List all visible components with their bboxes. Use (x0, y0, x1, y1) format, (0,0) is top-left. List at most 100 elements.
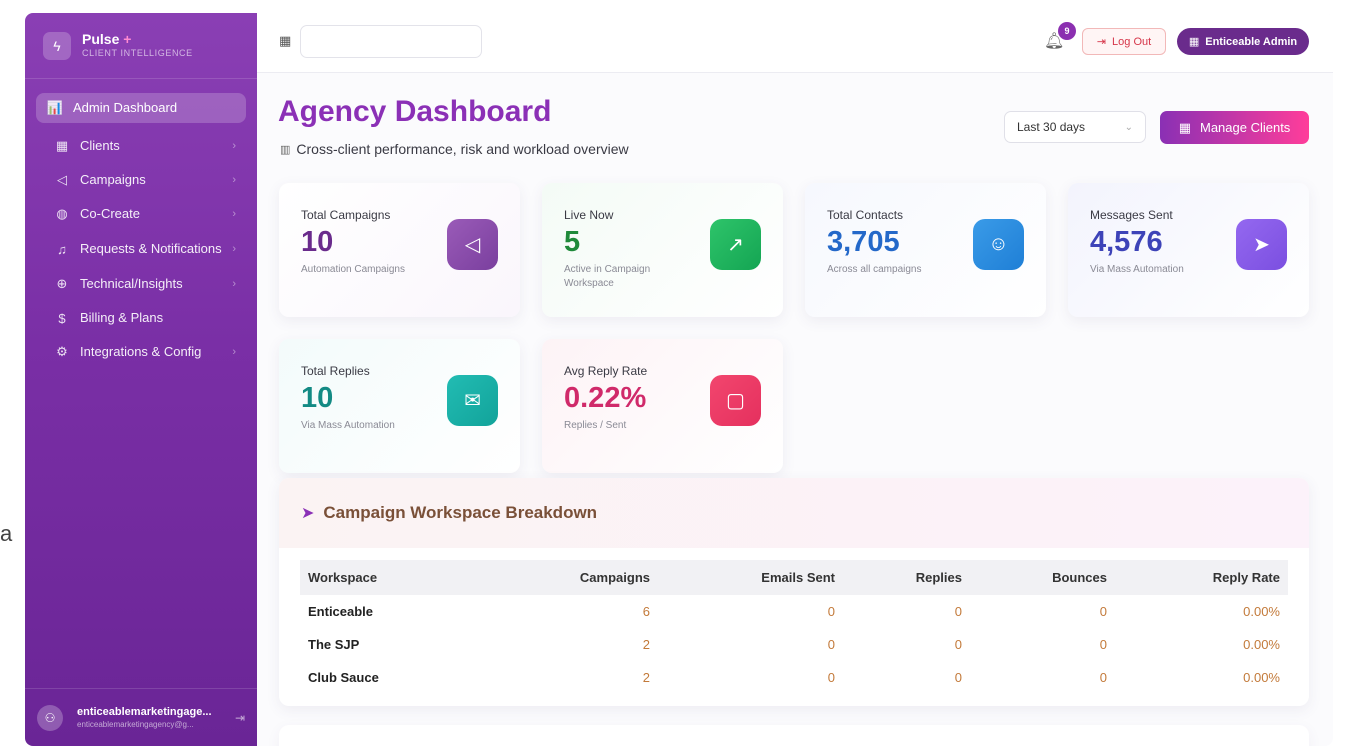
chevron-right-icon: › (232, 140, 236, 152)
app-window: ϟ Pulse + CLIENT INTELLIGENCE 📊 Admin Das… (25, 13, 1333, 746)
stat-caption: Across all campaigns (827, 264, 922, 275)
admin-label: Enticeable Admin (1205, 35, 1298, 48)
date-range-value: Last 30 days (1017, 120, 1086, 134)
manage-clients-button[interactable]: ▦ Manage Clients (1160, 111, 1309, 144)
send-icon: ➤ (301, 505, 315, 522)
sidebar-item-billing-plans[interactable]: $ Billing & Plans (36, 301, 246, 335)
table-cell: 6 (642, 604, 650, 619)
stat-caption: Replies / Sent (564, 420, 627, 431)
notification-badge: 9 (1058, 22, 1076, 40)
sidebar-item-integrations-config[interactable]: ⚙ Integrations & Config › (36, 335, 246, 369)
dollar-icon: $ (58, 310, 66, 326)
workspace-table: Workspace Campaigns Emails Sent Replies Boun… (300, 560, 1288, 694)
manage-clients-label: Manage Clients (1199, 120, 1291, 135)
column-header: Replies (915, 570, 962, 585)
sign-out-icon[interactable]: ⇥ (235, 711, 245, 725)
table-cell: 0 (827, 670, 835, 685)
bar-chart-icon: 📊 (46, 100, 64, 115)
sidebar-item-co-create[interactable]: ◍ Co-Create › (36, 197, 246, 231)
mail-icon: ✉ (447, 375, 498, 426)
trending-up-icon: ↗ (710, 219, 761, 270)
megaphone-icon: ◁ (447, 219, 498, 270)
table-header-row: Workspace Campaigns Emails Sent Replies Boun… (300, 560, 1288, 595)
table-cell: 0.00% (1243, 670, 1280, 685)
subtitle-text: Cross-client performance, risk and workl… (296, 141, 629, 157)
table-row: Enticeable 6 0 0 0 0.00% (300, 595, 1288, 628)
sidebar-item-technical-insights[interactable]: ⊕ Technical/Insights › (36, 267, 246, 301)
building-icon: ▦ (1188, 36, 1200, 48)
sidebar-item-label: Co-Create (80, 205, 140, 221)
chat-icon: ▢ (710, 375, 761, 426)
table-cell: 0 (827, 637, 835, 652)
stat-card-messages-sent: Messages Sent 4,576 Via Mass Automation ➤ (1068, 183, 1309, 317)
user-email: enticeablemarketingagency@g... (77, 720, 194, 729)
building-icon: ▦ (1178, 119, 1191, 135)
column-header: Reply Rate (1212, 570, 1280, 585)
table-cell: 0.00% (1243, 637, 1280, 652)
sidebar-item-requests-notifications[interactable]: ♫ Requests & Notifications › (36, 231, 246, 267)
table-cell: 0.00% (1243, 604, 1280, 619)
sidebar-item-clients[interactable]: ▦ Clients › (36, 129, 246, 163)
table-cell: 0 (1099, 670, 1107, 685)
sidebar-item-label: Technical/Insights (80, 275, 183, 291)
stat-caption: Via Mass Automation (301, 420, 395, 431)
column-header: Campaigns (579, 570, 650, 585)
sidebar-nav: 📊 Admin Dashboard ▦ Clients › ◁ Campaigns › ◍ Co-… (25, 79, 257, 383)
search-input[interactable] (300, 25, 482, 58)
brand-plus: + (123, 30, 132, 47)
page-subtitle: ▥ Cross-client performance, risk and wor… (280, 141, 629, 157)
stray-text: a (0, 521, 13, 546)
megaphone-icon: ◁ (57, 172, 67, 187)
stat-card-total-contacts: Total Contacts 3,705 Across all campaigns ☺ (805, 183, 1046, 317)
next-section-card (279, 725, 1309, 746)
campaign-workspace-breakdown: ➤ Campaign Workspace Breakdown Workspace… (279, 478, 1309, 706)
section-title: Campaign Workspace Breakdown (323, 503, 598, 522)
chevron-right-icon: › (232, 208, 236, 220)
bar-chart-icon: ▥ (280, 143, 291, 156)
logout-button[interactable]: ⇥ Log Out (1082, 28, 1166, 55)
column-header: Workspace (308, 570, 378, 585)
sidebar-item-label: Admin Dashboard (73, 99, 178, 115)
stat-card-live-now: Live Now 5 Active in Campaign Workspace ↗ (542, 183, 783, 317)
sidebar-item-campaigns[interactable]: ◁ Campaigns › (36, 163, 246, 197)
sidebar-item-label: Billing & Plans (80, 309, 164, 325)
page-title: Agency Dashboard (278, 95, 552, 128)
sidebar-item-label: Integrations & Config (80, 343, 202, 359)
user-avatar-icon: ⚇ (37, 704, 63, 731)
brain-icon: ⊕ (56, 276, 68, 291)
logout-label: Log Out (1112, 35, 1152, 48)
brand-subtitle: CLIENT INTELLIGENCE (82, 48, 193, 59)
stat-caption: Active in Campaign Workspace (564, 264, 651, 289)
users-icon: ☺ (973, 219, 1024, 270)
stat-caption: Automation Campaigns (301, 264, 405, 275)
workspace-name: The SJP (308, 637, 360, 652)
table-cell: 2 (642, 637, 650, 652)
stat-card-total-replies: Total Replies 10 Via Mass Automation ✉ (279, 339, 520, 473)
sidebar-item-label: Requests & Notifications (80, 240, 222, 256)
table-cell: 0 (827, 604, 835, 619)
lightning-icon: ϟ (43, 31, 71, 60)
table-cell: 2 (642, 670, 650, 685)
sidebar-item-label: Campaigns (80, 171, 146, 187)
brand: ϟ Pulse + CLIENT INTELLIGENCE (25, 13, 257, 79)
table-row: The SJP 2 0 0 0 0.00% (300, 628, 1288, 661)
palette-icon: ◍ (56, 206, 68, 221)
admin-account-button[interactable]: ▦ Enticeable Admin (1177, 28, 1309, 55)
user-name: enticeablemarketingage... (77, 706, 212, 718)
chevron-down-icon: ⌄ (1124, 121, 1133, 133)
bell-icon: ♫ (57, 241, 67, 257)
date-range-select[interactable]: Last 30 days ⌄ (1004, 111, 1146, 143)
chevron-right-icon: › (232, 174, 236, 186)
table-cell: 0 (954, 637, 962, 652)
table-row: Club Sauce 2 0 0 0 0.00% (300, 661, 1288, 694)
chevron-right-icon: › (232, 243, 236, 255)
workspace-name: Enticeable (308, 604, 374, 619)
chevron-right-icon: › (232, 346, 236, 358)
column-header: Bounces (1052, 570, 1107, 585)
topbar: ▦ 🔔︎ 9 ⇥ Log Out ▦ Enticeable Admin (257, 13, 1333, 73)
table-cell: 0 (954, 604, 962, 619)
workspace-name: Club Sauce (308, 670, 379, 685)
sign-out-icon: ⇥ (1096, 36, 1107, 48)
user-profile[interactable]: ⚇ enticeablemarketingage... enticeablema… (25, 688, 257, 746)
sidebar-item-admin-dashboard[interactable]: 📊 Admin Dashboard (36, 93, 246, 123)
